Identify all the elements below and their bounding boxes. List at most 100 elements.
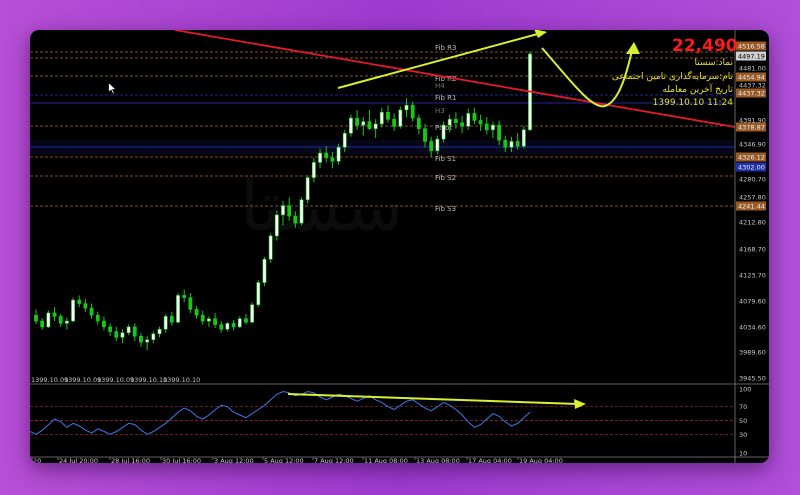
time-axis-label: 3 Aug 12:00 (214, 457, 254, 463)
oscillator-axis-tick: 50 (739, 417, 747, 425)
price-tag: 4437.32 (736, 88, 766, 98)
candle-body (145, 339, 150, 343)
candle-body (46, 312, 51, 328)
candle-body (71, 299, 75, 322)
symbol-name-label: نماد:سستا (694, 58, 733, 68)
price-axis-tick: 4346.90 (739, 141, 766, 149)
candle-body (349, 117, 353, 134)
price-axis-tick: 4168.70 (739, 246, 766, 254)
candle-body (151, 333, 156, 341)
pivot-label-fib-s1: Fib S1 (435, 155, 456, 163)
pivot-label-fib-r3: Fib R3 (435, 44, 456, 52)
price-axis-tick: 4034.60 (739, 324, 766, 332)
candle-body (95, 314, 100, 322)
candle-body (318, 152, 322, 163)
candle-body (176, 295, 180, 323)
candle-body (108, 326, 113, 332)
candle-body (182, 295, 187, 299)
candle-body (58, 316, 63, 324)
candle-body (503, 139, 508, 148)
candle-body (256, 282, 261, 306)
candle-body (491, 124, 495, 131)
candle-body (194, 309, 199, 316)
price-tag-label: 4241.44 (738, 203, 765, 211)
price-axis-tick: 4079.60 (739, 298, 766, 306)
candle-body (324, 152, 329, 159)
candle-body (460, 122, 464, 127)
candle-body (293, 215, 298, 224)
candle-body (478, 120, 483, 125)
candle-body (361, 121, 366, 126)
candle-body (83, 303, 88, 309)
price-tag: 4241.44 (736, 201, 766, 211)
time-axis-label: 28 Jul 16:00 (111, 457, 150, 463)
time-axis-label: 20 (33, 457, 41, 463)
candle-body (169, 316, 174, 323)
time-axis-label: 11 Aug 08:00 (364, 457, 408, 463)
candle-body (521, 129, 526, 147)
date-label: 1399.10.10 (163, 376, 200, 384)
candle-body (509, 141, 514, 148)
candle-body (398, 109, 403, 127)
candle-body (52, 312, 57, 317)
candle-body (447, 118, 452, 126)
candle-body (281, 205, 285, 216)
chart-window: سستاFib R3Fib R2H4Fib R1H3PivotFib S1Fib… (30, 30, 769, 463)
price-tag: 4497.19 (736, 51, 766, 61)
price-axis-tick: 4123.70 (739, 272, 766, 280)
chart-canvas[interactable]: سستاFib R3Fib R2H4Fib R1H3PivotFib S1Fib… (30, 30, 769, 463)
candle-body (126, 326, 131, 334)
pivot-label-h3: H3 (435, 107, 445, 115)
candle-body (472, 113, 477, 121)
candle-body (231, 323, 236, 328)
date-label: 1399.10.09 (64, 376, 101, 384)
symbol-price: 22,490 (672, 36, 738, 56)
candle-body (268, 235, 273, 260)
last-trade-value: 1399.10.10 11:24 (652, 98, 733, 108)
time-axis-label: 13 Aug 08:00 (416, 457, 460, 463)
candle-body (515, 141, 520, 147)
candle-body (423, 128, 427, 142)
candle-body (416, 117, 421, 129)
time-axis-label: 24 Jul 20:00 (59, 457, 98, 463)
price-axis-tick: 4437.32 (739, 82, 766, 90)
price-axis-tick: 3945.50 (739, 375, 766, 383)
pivot-label-fib-s3: Fib S3 (435, 205, 456, 213)
time-axis-label: 19 Aug 04:00 (519, 457, 563, 463)
candle-body (392, 118, 397, 127)
annotation-arrowhead (574, 399, 586, 409)
pivot-label-fib-r1: Fib R1 (435, 94, 456, 102)
price-tag-label: 4437.32 (738, 90, 765, 98)
candle-body (404, 104, 409, 111)
candle-body (213, 318, 217, 325)
candle-body (188, 297, 193, 310)
time-axis-label: 30 Jul 16:00 (162, 457, 201, 463)
price-axis-tick: 4481.00 (739, 65, 766, 73)
date-label: 1399.10.09 (31, 376, 68, 384)
oscillator-axis-tick: 10 (739, 450, 747, 458)
candle-body (410, 104, 415, 119)
price-tag: 4454.94 (736, 72, 766, 82)
candle-body (441, 124, 446, 140)
candle-body (484, 123, 489, 131)
candle-body (367, 121, 372, 129)
price-axis-tick: 4280.70 (739, 176, 766, 184)
time-axis-label: 7 Aug 12:00 (314, 457, 354, 463)
oscillator-axis-tick: 70 (739, 403, 747, 411)
price-tag-label: 4378.87 (738, 124, 765, 132)
candle-body (89, 307, 94, 316)
candle-body (244, 318, 248, 323)
candle-body (342, 132, 347, 148)
candle-body (330, 157, 335, 162)
candle-body (379, 111, 384, 125)
candle-body (40, 320, 45, 328)
candle-body (225, 323, 230, 330)
candle-body (77, 299, 82, 304)
pivot-label-h4: H4 (435, 82, 445, 90)
candle-body (355, 117, 360, 126)
price-tag: 4516.58 (736, 41, 766, 51)
candle-body (120, 332, 125, 338)
candle-body (429, 141, 434, 152)
price-tag-label: 4454.94 (738, 74, 765, 82)
price-axis-tick: 4212.80 (739, 219, 766, 227)
